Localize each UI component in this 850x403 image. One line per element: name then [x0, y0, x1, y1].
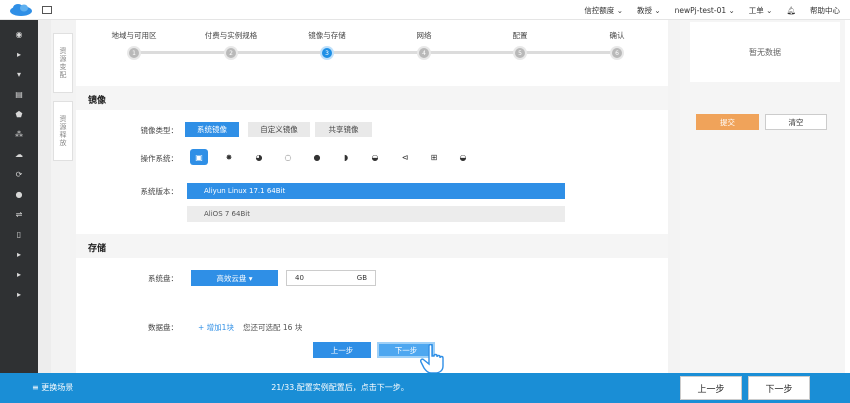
suse-icon[interactable]: ◒ [366, 149, 384, 165]
suse-alt-icon[interactable]: ◒ [454, 149, 472, 165]
disk-size-unit: GB [356, 274, 367, 282]
sidebar: ◉ ▸ ▾ ▤ ⬟ ⁂ ☁ ⟳ ● ⇌ ▯ ▸ ▸ ▸ [0, 20, 38, 373]
shield-icon[interactable]: ⬟ [0, 104, 38, 124]
disk-type-select[interactable]: 高效云盘 ▾ [191, 270, 278, 286]
step-label: 付费与实例规格 [204, 31, 258, 40]
image-type-system[interactable]: 系统镜像 [185, 122, 239, 137]
coreos-icon[interactable]: ◗ [337, 149, 355, 165]
prev-step-button[interactable]: 上一步 [313, 342, 371, 358]
step-progress-line [130, 51, 620, 54]
image-type-label: 镜像类型： [140, 126, 179, 135]
chevron-down-icon[interactable]: ▾ [0, 64, 38, 84]
hand-cursor-icon [420, 344, 444, 374]
step-label: 网络 [416, 31, 432, 40]
step-dot[interactable]: 4 [417, 46, 431, 60]
tutorial-hint: 21/33.配置实例配置后，点击下一步。 [271, 383, 409, 392]
disk-size-value: 40 [295, 274, 304, 282]
freebsd-icon[interactable]: ● [308, 149, 326, 165]
debian-icon[interactable]: ◕ [250, 149, 268, 165]
clear-button[interactable]: 清空 [765, 114, 827, 130]
windows-icon[interactable]: ⊞ [425, 149, 443, 165]
disk-hint: 您还可选配 16 块 [243, 323, 303, 332]
step-dot[interactable]: 6 [610, 46, 624, 60]
system-disk-label: 系统盘： [148, 274, 178, 283]
top-nav-ticket[interactable]: 工单 ⌄ [749, 5, 773, 16]
os-label: 操作系统： [140, 154, 179, 163]
aliyun-os-icon[interactable]: ▣ [190, 149, 208, 165]
top-bar: 信控额度 ⌄ 教授 ⌄ newPj-test-01 ⌄ 工单 ⌄ 🔔︎ 帮助中心 [0, 0, 850, 20]
centos-icon[interactable]: ✸ [220, 149, 238, 165]
database-icon[interactable]: ● [0, 184, 38, 204]
tutorial-next-button[interactable]: 下一步 [748, 376, 810, 400]
cloud-icon[interactable]: ☁ [0, 144, 38, 164]
chevron-right-icon[interactable]: ▸ [0, 284, 38, 304]
cloud-logo-icon[interactable] [9, 3, 33, 17]
ubuntu-icon[interactable]: ⊲ [396, 149, 414, 165]
step-label: 确认 [609, 31, 625, 40]
bottom-bar: ≡ 更换场景 21/33.配置实例配置后，点击下一步。 上一步 下一步 [0, 373, 850, 403]
top-nav-user[interactable]: 教授 ⌄ [637, 5, 661, 16]
step-dot[interactable]: 5 [513, 46, 527, 60]
no-data-text: 暂无数据 [690, 22, 840, 82]
chevron-right-icon[interactable]: ▸ [0, 244, 38, 264]
step-dot[interactable]: 1 [127, 46, 141, 60]
top-nav-project[interactable]: newPj-test-01 ⌄ [675, 6, 735, 15]
storage-section-title: 存储 [88, 244, 107, 254]
link-icon[interactable]: ⇌ [0, 204, 38, 224]
refresh-icon[interactable]: ⟳ [0, 164, 38, 184]
version-label: 系统版本： [140, 187, 179, 196]
disk-size-input[interactable]: 40 GB [286, 270, 376, 286]
tab-resource-release[interactable]: 资源释放 [53, 101, 73, 161]
version-option-selected[interactable]: Aliyun Linux 17.1 64Bit [187, 183, 565, 199]
top-nav-quota[interactable]: 信控额度 ⌄ [584, 5, 623, 16]
step-label: 镜像与存储 [308, 31, 346, 40]
server-icon[interactable]: ▤ [0, 84, 38, 104]
opensuse-icon[interactable]: ◌ [279, 149, 297, 165]
data-disk-label: 数据盘： [148, 323, 178, 332]
storage-icon[interactable]: ▯ [0, 224, 38, 244]
sidebar-edge [38, 20, 51, 373]
version-option[interactable]: AliOS 7 64Bit [187, 206, 565, 222]
image-section-title: 镜像 [88, 96, 107, 106]
sidebar-toggle-icon[interactable] [42, 6, 52, 14]
chevron-right-icon[interactable]: ▸ [0, 44, 38, 64]
chevron-right-icon[interactable]: ▸ [0, 264, 38, 284]
step-dot-active[interactable]: 3 [320, 46, 334, 60]
network-icon[interactable]: ⁂ [0, 124, 38, 144]
image-type-shared[interactable]: 共享镜像 [315, 122, 372, 137]
step-label: 地域与可用区 [111, 31, 157, 40]
tutorial-prev-button[interactable]: 上一步 [680, 376, 742, 400]
top-nav: 信控额度 ⌄ 教授 ⌄ newPj-test-01 ⌄ 工单 ⌄ 🔔︎ 帮助中心 [584, 0, 840, 20]
tab-resource-change[interactable]: 资源变配 [53, 33, 73, 93]
dashboard-icon[interactable]: ◉ [0, 24, 38, 44]
top-nav-help[interactable]: 帮助中心 [810, 5, 840, 16]
storage-section-header [76, 234, 668, 258]
add-disk-link[interactable]: + 增加1块 [198, 322, 234, 333]
image-section-header [76, 86, 668, 110]
panel-gutter [668, 20, 680, 373]
submit-button[interactable]: 提交 [696, 114, 759, 130]
bell-icon[interactable]: 🔔︎ [786, 6, 796, 15]
step-dot[interactable]: 2 [224, 46, 238, 60]
step-label: 配置 [512, 31, 528, 40]
image-type-custom[interactable]: 自定义镜像 [248, 122, 310, 137]
